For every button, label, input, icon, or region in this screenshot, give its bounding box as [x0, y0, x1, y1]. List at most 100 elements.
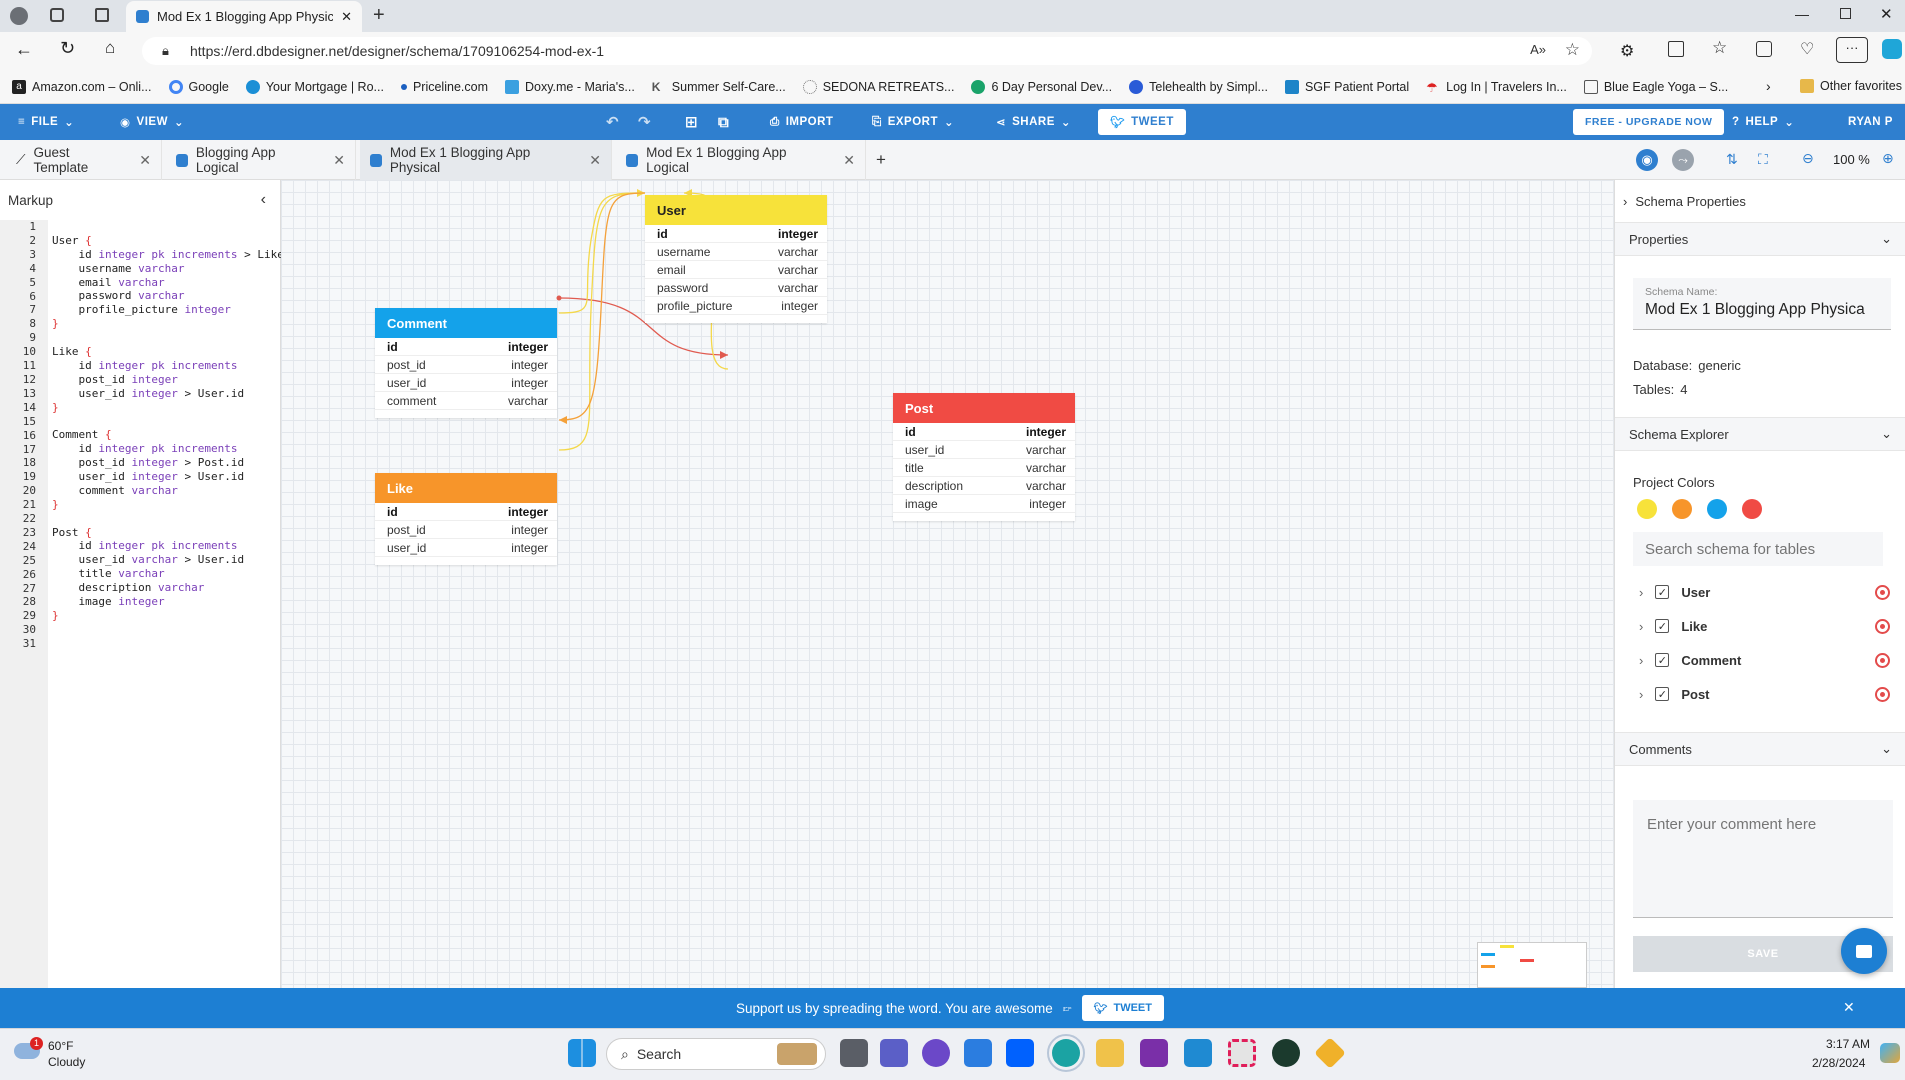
- edge-icon[interactable]: [1047, 1034, 1085, 1072]
- undo-button[interactable]: ↶: [606, 104, 619, 140]
- teams-icon[interactable]: [880, 1039, 908, 1067]
- fit-screen-icon[interactable]: ⛶: [1758, 151, 1768, 168]
- read-aloud-icon[interactable]: A»: [1530, 42, 1546, 57]
- favorite-link[interactable]: Your Mortgage | Ro...: [245, 79, 384, 94]
- new-tab-icon[interactable]: +: [373, 4, 385, 27]
- browser-essentials-icon[interactable]: ♡: [1800, 39, 1814, 59]
- close-tab-icon[interactable]: ✕: [139, 152, 151, 169]
- other-favorites-folder[interactable]: Other favorites: [1800, 79, 1902, 93]
- favorites-overflow-icon[interactable]: ›: [1766, 78, 1771, 94]
- collapse-panel-icon[interactable]: ‹: [261, 191, 266, 209]
- field-row[interactable]: id integer: [375, 503, 557, 521]
- field-row[interactable]: email varchar: [645, 261, 827, 279]
- schema-explorer-header[interactable]: Schema Explorer ⌄: [1615, 417, 1905, 451]
- color-swatch-orange[interactable]: [1672, 499, 1692, 519]
- taskbar-search[interactable]: ⌕ Search: [606, 1038, 826, 1070]
- favorite-link[interactable]: Blue Eagle Yoga – S...: [1583, 79, 1728, 94]
- favorite-star-icon[interactable]: ☆: [1565, 40, 1580, 60]
- table-header[interactable]: User: [645, 195, 827, 225]
- banner-tweet-button[interactable]: 🐦︎ TWEET: [1081, 995, 1164, 1021]
- field-row[interactable]: user_id integer: [375, 539, 557, 557]
- tab-actions-icon[interactable]: [95, 8, 109, 22]
- comment-textarea[interactable]: [1633, 800, 1893, 918]
- chevron-right-icon[interactable]: ›: [1639, 653, 1643, 668]
- file-menu[interactable]: ≡ FILE ⌄: [18, 104, 74, 140]
- favorite-link[interactable]: Telehealth by Simpl...: [1129, 79, 1268, 94]
- close-tab-icon[interactable]: ✕: [843, 152, 855, 169]
- schema-properties-header[interactable]: › Schema Properties: [1623, 194, 1746, 209]
- table-header[interactable]: Comment: [375, 308, 557, 338]
- maximize-icon[interactable]: [1840, 8, 1851, 19]
- favorite-link[interactable]: SGF Patient Portal: [1284, 79, 1409, 94]
- field-row[interactable]: post_id integer: [375, 521, 557, 539]
- workspaces-icon[interactable]: [50, 8, 64, 22]
- table-user[interactable]: User id integer username varchar email varcha…: [645, 195, 827, 323]
- field-row[interactable]: comment varchar: [375, 392, 557, 410]
- onenote-icon[interactable]: [1140, 1039, 1168, 1067]
- color-swatch-red[interactable]: [1742, 499, 1762, 519]
- favorites-icon[interactable]: ☆: [1712, 38, 1727, 58]
- start-windows-icon[interactable]: [568, 1039, 596, 1067]
- code-editor[interactable]: 1 2 3 4 5 6 7 8 9 10 11 12 13 14 15 16 17 18 19 20 21 22 23 24 2…: [0, 220, 337, 988]
- locate-table-icon[interactable]: [1875, 686, 1890, 702]
- field-row[interactable]: username varchar: [645, 243, 827, 261]
- help-menu[interactable]: ? HELP ⌄: [1732, 104, 1794, 140]
- store-icon[interactable]: [964, 1039, 992, 1067]
- chevron-right-icon[interactable]: ›: [1639, 619, 1643, 634]
- close-banner-icon[interactable]: ✕: [1843, 999, 1855, 1016]
- upgrade-button[interactable]: FREE - UPGRADE NOW: [1573, 109, 1725, 135]
- locate-table-icon[interactable]: [1875, 652, 1890, 668]
- user-menu[interactable]: RYAN P: [1848, 104, 1893, 140]
- tab-blogging-app-logical[interactable]: Blogging App Logical ✕: [166, 140, 356, 180]
- table-post[interactable]: Post id integer user_id varchar title varchar…: [893, 393, 1075, 521]
- search-schema-input[interactable]: [1633, 532, 1883, 566]
- explorer-table-user[interactable]: › ✓ User: [1639, 575, 1894, 609]
- close-tab-icon[interactable]: ✕: [589, 152, 601, 169]
- home-icon[interactable]: ⌂: [105, 38, 115, 58]
- dropbox-icon[interactable]: [1006, 1039, 1034, 1067]
- add-table-button[interactable]: ⊞: [685, 104, 698, 140]
- browser-tab-active[interactable]: Mod Ex 1 Blogging App Physical ✕: [126, 1, 362, 32]
- field-row[interactable]: id integer: [645, 225, 827, 243]
- field-row[interactable]: id integer: [375, 338, 557, 356]
- clock-time[interactable]: 3:17 AM: [1826, 1037, 1870, 1051]
- copilot-icon[interactable]: [1882, 39, 1902, 59]
- preview-eye-icon[interactable]: ◉: [1636, 149, 1658, 171]
- explorer-table-post[interactable]: › ✓ Post: [1639, 677, 1894, 711]
- weather-widget[interactable]: 1 60°F Cloudy: [14, 1037, 104, 1073]
- favorite-link[interactable]: Google: [168, 79, 229, 94]
- slack-icon[interactable]: [1228, 1039, 1256, 1067]
- field-row[interactable]: user_id integer: [375, 374, 557, 392]
- diagram-canvas[interactable]: User id integer username varchar email varcha…: [281, 180, 1614, 988]
- chat-support-button[interactable]: [1841, 928, 1887, 974]
- favorite-link[interactable]: K Summer Self-Care...: [652, 80, 786, 94]
- favorite-link[interactable]: Doxy.me - Maria's...: [504, 79, 635, 94]
- favorite-link[interactable]: SEDONA RETREATS...: [802, 79, 954, 94]
- field-row[interactable]: user_id varchar: [893, 441, 1075, 459]
- clock-date[interactable]: 2/28/2024: [1812, 1056, 1865, 1070]
- notification-icon[interactable]: [1880, 1043, 1900, 1063]
- minimize-icon[interactable]: —: [1795, 6, 1809, 22]
- field-row[interactable]: image integer: [893, 495, 1075, 513]
- task-view-icon[interactable]: [840, 1039, 868, 1067]
- close-tab-icon[interactable]: ✕: [341, 9, 352, 25]
- maps-pin-icon[interactable]: [1272, 1039, 1300, 1067]
- copilot-app-icon[interactable]: [922, 1039, 950, 1067]
- git-icon[interactable]: [1314, 1037, 1346, 1069]
- tab-mod-ex-1-logical[interactable]: Mod Ex 1 Blogging App Logical ✕: [616, 140, 866, 180]
- add-note-button[interactable]: ⧉: [718, 104, 729, 140]
- zoom-in-icon[interactable]: ⊕: [1882, 150, 1894, 167]
- favorite-link[interactable]: a Amazon.com – Onli...: [12, 79, 152, 94]
- back-icon[interactable]: ←: [15, 39, 33, 60]
- color-swatch-blue[interactable]: [1707, 499, 1727, 519]
- color-swatch-yellow[interactable]: [1637, 499, 1657, 519]
- table-visible-checkbox[interactable]: ✓: [1655, 585, 1670, 599]
- tweet-button[interactable]: 🐦︎ TWEET: [1098, 109, 1186, 135]
- url-field[interactable]: 🔒︎ https://erd.dbdesigner.net/designer/s…: [142, 37, 1592, 65]
- zoom-out-icon[interactable]: ⊖: [1802, 150, 1814, 167]
- comments-section-header[interactable]: Comments ⌄: [1615, 732, 1905, 766]
- table-comment[interactable]: Comment id integer post_id integer user_id in…: [375, 308, 557, 418]
- minimap[interactable]: [1477, 942, 1587, 988]
- chevron-right-icon[interactable]: ›: [1639, 585, 1643, 600]
- favorite-link[interactable]: ☂ Log In | Travelers In...: [1426, 80, 1567, 95]
